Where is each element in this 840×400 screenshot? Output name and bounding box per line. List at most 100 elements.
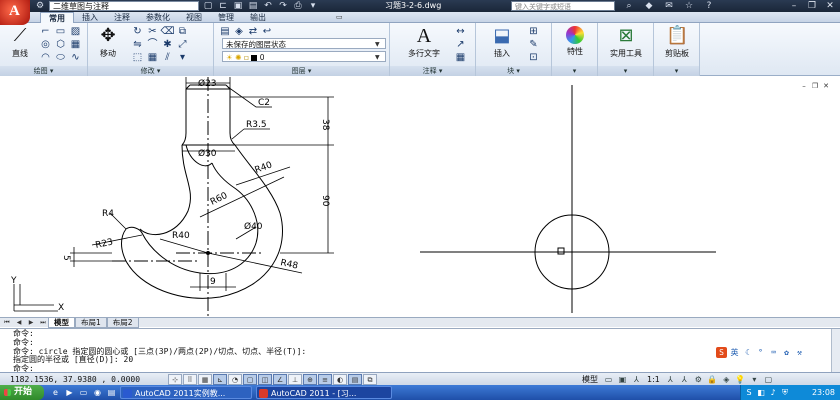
ime-english-icon[interactable]: 英	[729, 347, 740, 358]
ime-tools-icon[interactable]: ⚒	[794, 347, 805, 358]
command-scrollbar[interactable]	[831, 329, 840, 373]
ime-tray-icon[interactable]: S	[744, 387, 754, 398]
first-layout-icon[interactable]: ⏮	[2, 318, 12, 327]
save-as-icon[interactable]: ▤	[247, 1, 259, 11]
show-desktop-icon[interactable]: ▭	[78, 387, 89, 398]
fillet-icon[interactable]: ⌒	[145, 38, 160, 51]
last-layout-icon[interactable]: ⏭	[38, 318, 48, 327]
quick-view-drawings-icon[interactable]: ▣	[617, 374, 628, 385]
plot-icon[interactable]: ⎙	[292, 1, 304, 11]
ducs-toggle[interactable]: ⊥	[288, 374, 302, 385]
keyboard-icon[interactable]: ⌨	[768, 347, 779, 358]
transparency-toggle[interactable]: ◐	[333, 374, 347, 385]
move-button[interactable]: ✥ 移动	[88, 26, 128, 59]
circle-icon[interactable]: ◎	[38, 38, 53, 51]
quick-view-layouts-icon[interactable]: ▭	[603, 374, 614, 385]
infer-constraints-toggle[interactable]: ⊹	[168, 374, 182, 385]
viewport-minimize-icon[interactable]: –	[800, 82, 808, 90]
hardware-acceleration-icon[interactable]: ◈	[721, 374, 732, 385]
open-file-icon[interactable]: ⊏	[217, 1, 229, 11]
trim-icon[interactable]: ✂	[145, 25, 160, 38]
application-menu-button[interactable]	[0, 0, 30, 25]
lineweight-toggle[interactable]: ≡	[318, 374, 332, 385]
modify-panel-label[interactable]: 修改 ▾	[88, 66, 213, 76]
block-panel-label[interactable]: 块 ▾	[476, 66, 551, 76]
lock-toolbar-icon[interactable]: 🔒	[707, 374, 718, 385]
utilities-button[interactable]: ⊠ 实用工具	[604, 26, 648, 59]
otrack-toggle[interactable]: ∠	[273, 374, 287, 385]
security-icon[interactable]: ⛨	[780, 387, 790, 398]
layer-state-icon[interactable]: ◈	[232, 25, 246, 37]
block-attribute-icon[interactable]: ⊡	[526, 51, 541, 64]
scale-icon[interactable]: ⬚	[130, 51, 145, 64]
3d-osnap-toggle[interactable]: ◫	[258, 374, 272, 385]
edit-block-icon[interactable]: ✎	[526, 38, 541, 51]
ie-icon[interactable]: e	[50, 387, 61, 398]
dyn-toggle[interactable]: ⊕	[303, 374, 317, 385]
favorites-star-icon[interactable]: ☆	[682, 0, 696, 12]
task-autocad-drawing[interactable]: AutoCAD 2011 - [习...	[256, 386, 392, 399]
command-line[interactable]: 命令: 命令: 命令: circle 指定圆的圆心或 [三点(3P)/两点(2P…	[0, 328, 840, 373]
sogou-logo-icon[interactable]: S	[716, 347, 727, 358]
current-layer-select[interactable]: ☀ ✺ ▫ 0 ▼	[222, 51, 386, 62]
quick-properties-toggle[interactable]: ▤	[348, 374, 362, 385]
autoscale-icon[interactable]: ⅄	[679, 374, 690, 385]
explode-icon[interactable]: ✱	[160, 38, 175, 51]
more-modify-icon[interactable]: ▾	[175, 51, 190, 64]
clipboard-button[interactable]: 📋 剪贴板	[657, 26, 697, 59]
help-icon[interactable]: ?	[702, 0, 716, 12]
clean-screen-icon[interactable]: ▢	[763, 374, 774, 385]
start-button[interactable]: 开始	[0, 385, 44, 400]
help-search-input[interactable]: 键入关键字或短语	[511, 1, 615, 11]
skin-icon[interactable]: ✿	[781, 347, 792, 358]
properties-button[interactable]: 特性	[555, 26, 595, 57]
subscription-icon[interactable]: ◆	[642, 0, 656, 12]
erase-icon[interactable]: ⌫	[160, 25, 175, 38]
tab-layout2[interactable]: 布局2	[106, 318, 139, 328]
gear-icon[interactable]: ⚙	[34, 1, 46, 11]
stretch-icon[interactable]: ⤢	[175, 38, 190, 51]
qq-icon[interactable]: ◉	[92, 387, 103, 398]
qat-dropdown-icon[interactable]: ▾	[307, 1, 319, 11]
restore-icon[interactable]: ❐	[806, 0, 818, 12]
redo-icon[interactable]: ↷	[277, 1, 289, 11]
properties-panel-expander[interactable]: ▾	[552, 66, 597, 76]
ribbon-minimize-icon[interactable]: ▭	[336, 13, 346, 22]
viewport-close-icon[interactable]: ✕	[822, 82, 830, 90]
dimension-icon[interactable]: ↔	[453, 25, 468, 38]
rectangle-icon[interactable]: ▭	[53, 25, 68, 38]
selection-cycling-toggle[interactable]: ⧉	[363, 374, 377, 385]
copy-icon[interactable]: ⧉	[175, 25, 190, 38]
annotation-visibility-icon[interactable]: ⅄	[665, 374, 676, 385]
annotation-scale[interactable]: 1:1	[645, 374, 662, 385]
utilities-panel-expander[interactable]: ▾	[598, 66, 653, 76]
task-autocad-tutorial[interactable]: AutoCAD 2011实例教...	[120, 386, 252, 399]
layer-properties-icon[interactable]: ▤	[218, 25, 232, 37]
array-icon[interactable]: ▦	[145, 51, 160, 64]
polyline-icon[interactable]: ⌐	[38, 25, 53, 38]
table-icon[interactable]: ▦	[453, 51, 468, 64]
clock[interactable]: 23:08	[812, 385, 835, 400]
layer-previous-icon[interactable]: ↩	[260, 25, 274, 37]
clipboard-panel-expander[interactable]: ▾	[654, 66, 699, 76]
leader-icon[interactable]: ↗	[453, 38, 468, 51]
network-icon[interactable]: ◧	[756, 387, 766, 398]
viewport-restore-icon[interactable]: ❐	[811, 82, 819, 90]
communication-center-icon[interactable]: ✉	[662, 0, 676, 12]
minimize-icon[interactable]: –	[788, 0, 800, 12]
hatch-icon[interactable]: ▨	[68, 25, 83, 38]
polygon-icon[interactable]: ⬡	[53, 38, 68, 51]
tab-layout1[interactable]: 布局1	[75, 318, 107, 328]
media-player-icon[interactable]: ▶	[64, 387, 75, 398]
prev-layout-icon[interactable]: ◀	[14, 318, 24, 327]
region-icon[interactable]: ▦	[68, 38, 83, 51]
new-file-icon[interactable]: ▢	[202, 1, 214, 11]
next-layout-icon[interactable]: ▶	[26, 318, 36, 327]
drawing-area[interactable]: Ø23 C2 R3.5 38 Ø30 R40 R60 90 R4 R23 R40…	[0, 77, 840, 317]
mirror-icon[interactable]: ⇋	[130, 38, 145, 51]
spline-icon[interactable]: ∿	[68, 51, 83, 64]
workspace-select[interactable]: 二维草图与注释	[49, 1, 199, 11]
folder-icon[interactable]: ▤	[106, 387, 117, 398]
moon-icon[interactable]: ☾	[742, 347, 753, 358]
arc-icon[interactable]: ◠	[38, 51, 53, 64]
